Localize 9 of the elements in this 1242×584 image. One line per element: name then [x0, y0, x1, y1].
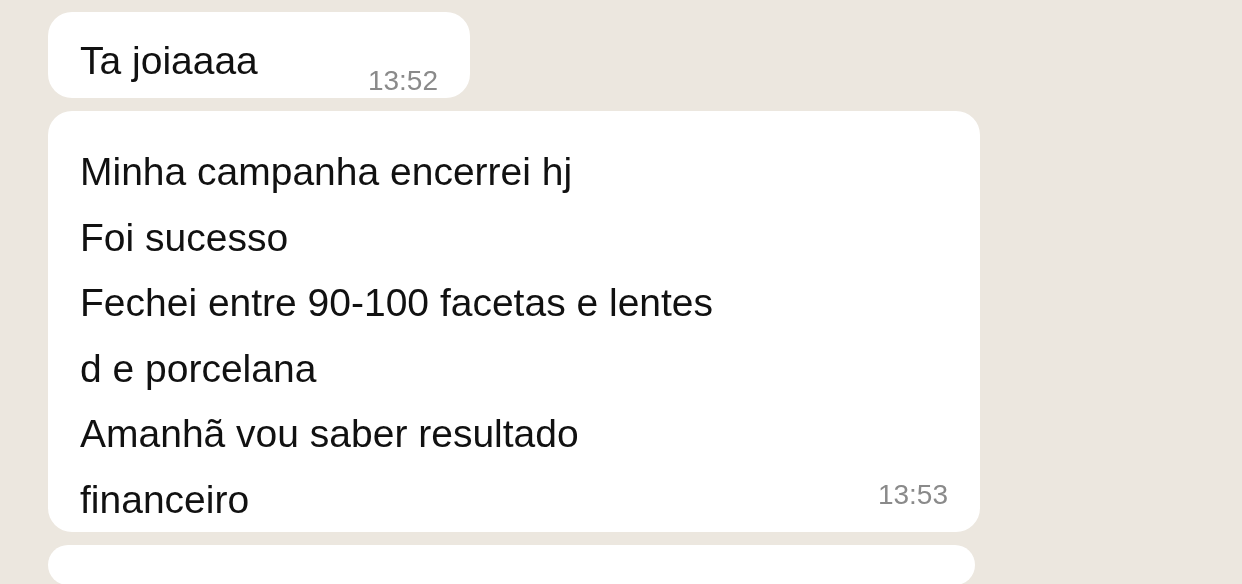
message-time: 13:53 [877, 478, 948, 512]
message-line: Minha campanha encerrei hj [80, 149, 573, 195]
message-line: d e porcelana [80, 345, 317, 392]
message-line: Fechei entre 90-100 facetas e lentes [80, 280, 714, 326]
message-line: Ta joiaaaa [80, 38, 259, 84]
message-line: financeiro [80, 476, 250, 523]
message-line: Foi sucesso [80, 214, 289, 261]
message-time: 13:52 [367, 64, 438, 98]
message-line: Amanhã vou saber resultado [80, 411, 579, 457]
